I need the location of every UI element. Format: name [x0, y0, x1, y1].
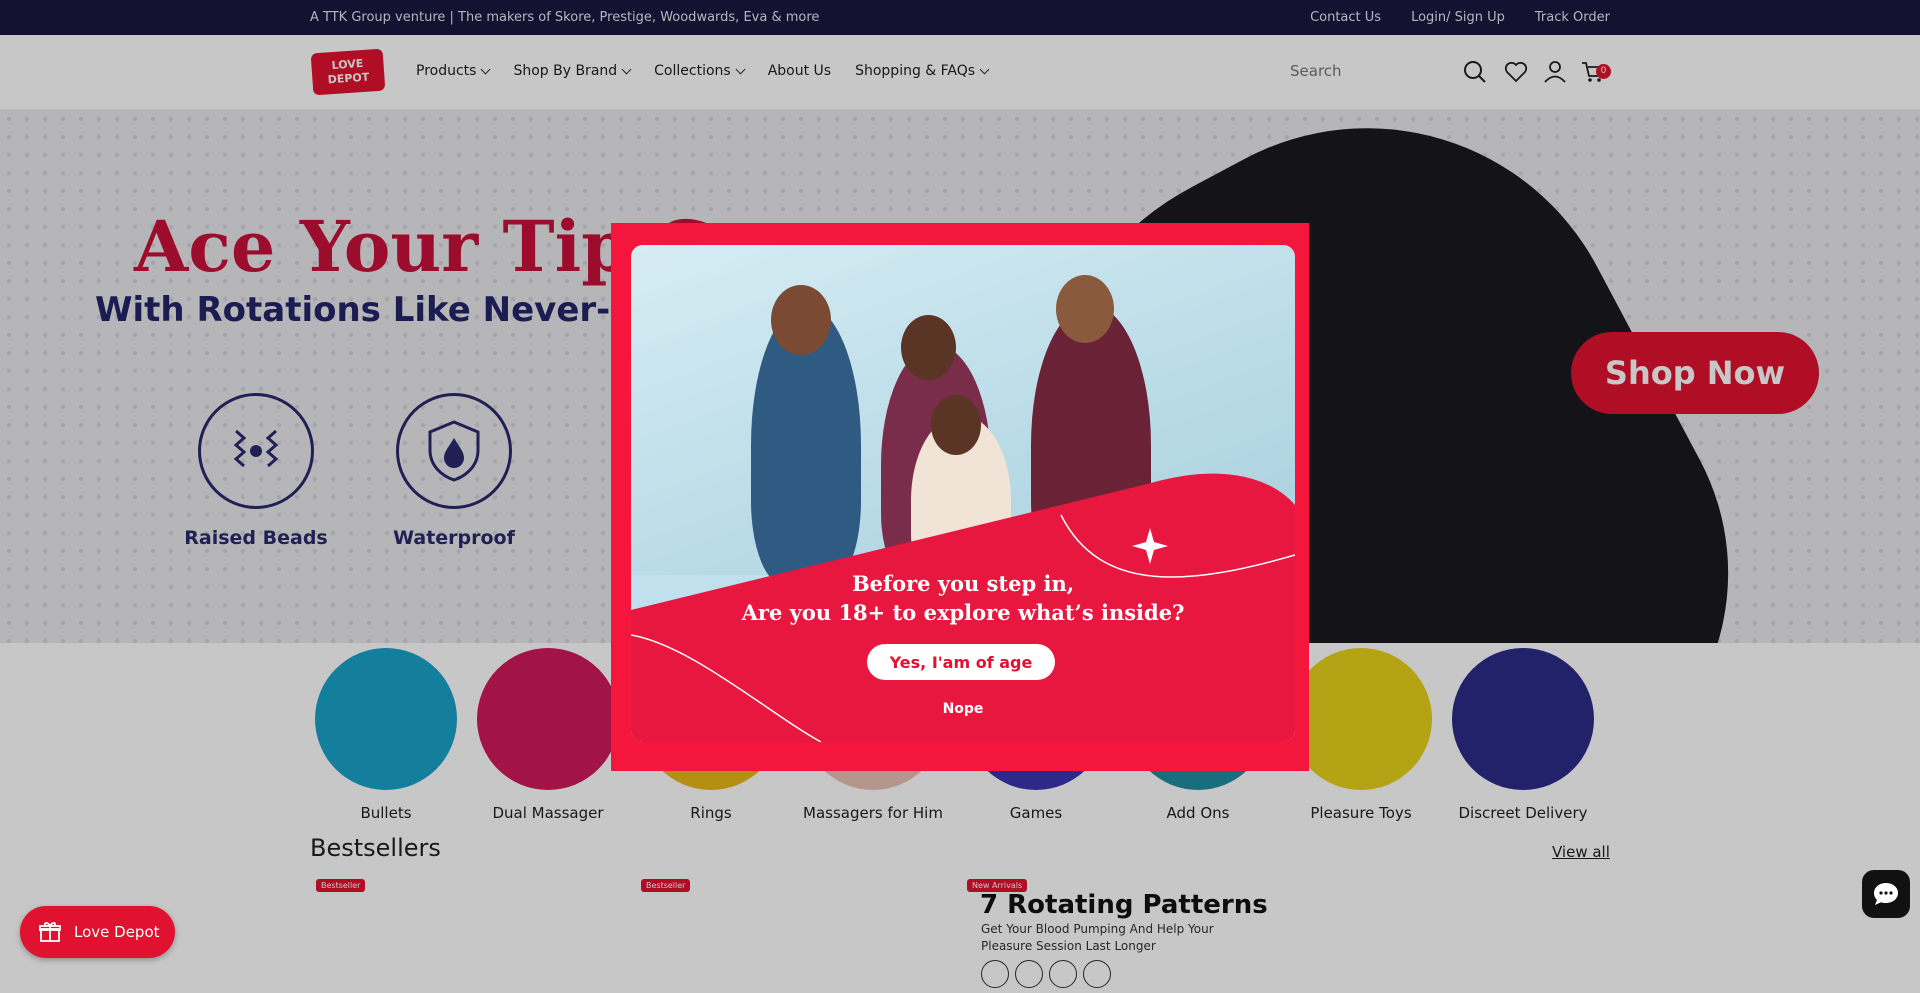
- age-question: Before you step in, Are you 18+ to explo…: [631, 569, 1295, 627]
- gift-icon: [39, 922, 61, 942]
- modal-content: Before you step in, Are you 18+ to explo…: [631, 245, 1295, 742]
- age-question-line-1: Before you step in,: [851, 571, 1075, 596]
- chat-icon: [1874, 883, 1898, 905]
- rewards-label: Love Depot: [74, 923, 160, 941]
- chat-button[interactable]: [1862, 870, 1910, 918]
- decline-age-button[interactable]: Nope: [913, 697, 1013, 721]
- age-verification-modal: Before you step in, Are you 18+ to explo…: [611, 223, 1309, 771]
- rewards-launcher-button[interactable]: Love Depot: [20, 906, 175, 958]
- confirm-age-button[interactable]: Yes, I'am of age: [867, 644, 1055, 680]
- age-question-line-2: Are you 18+ to explore what’s inside?: [741, 600, 1185, 625]
